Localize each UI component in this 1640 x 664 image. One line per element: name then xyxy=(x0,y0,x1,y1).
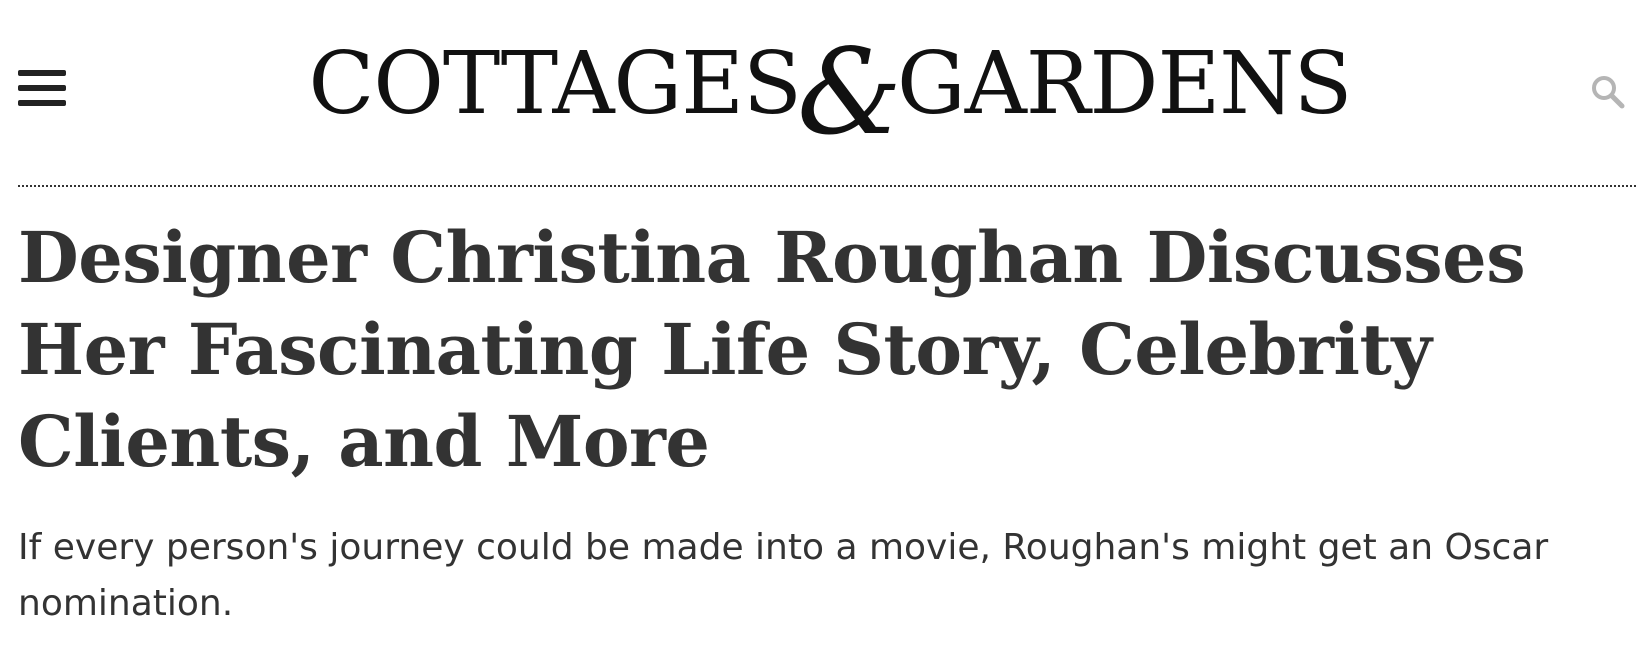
logo-text-gardens: GARDENS xyxy=(897,34,1352,134)
logo-ampersand: & xyxy=(796,23,902,161)
article-dek: If every person's journey could be made … xyxy=(18,527,1549,624)
search-icon xyxy=(1592,76,1625,109)
header-divider xyxy=(18,185,1636,187)
hamburger-menu-icon xyxy=(18,70,66,76)
site-logo[interactable]: COTTAGES & GARDENS xyxy=(300,24,1360,151)
article-headline: Designer Christina Roughan Discusses Her… xyxy=(18,216,1526,483)
hamburger-menu-icon-bottom-bar xyxy=(18,100,66,106)
logo-text-cottages: COTTAGES xyxy=(308,34,802,134)
search-button[interactable] xyxy=(1590,74,1626,110)
hamburger-menu-icon-middle-bar xyxy=(18,85,66,91)
menu-button[interactable] xyxy=(18,68,66,112)
site-header: COTTAGES & GARDENS xyxy=(0,0,1640,187)
